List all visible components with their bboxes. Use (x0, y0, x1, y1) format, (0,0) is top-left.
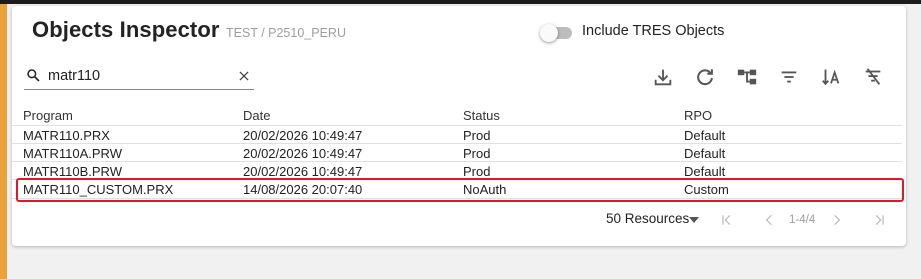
first-page-icon[interactable] (720, 213, 734, 227)
caret-down-icon[interactable] (689, 217, 699, 223)
refresh-button[interactable] (694, 66, 716, 88)
clear-filter-icon (865, 68, 881, 85)
cell-date: 20/02/2026 10:49:47 (243, 146, 363, 161)
page-size-select[interactable]: 50 Resources (606, 211, 689, 226)
column-header-program[interactable]: Program (23, 108, 73, 123)
next-page-icon[interactable] (830, 213, 844, 227)
refresh-icon (697, 69, 713, 86)
download-button[interactable] (652, 66, 674, 88)
cell-program: MATR110.PRX (23, 128, 110, 143)
hierarchy-button[interactable] (736, 66, 758, 88)
column-header-date[interactable]: Date (243, 108, 270, 123)
last-page-icon[interactable] (872, 213, 886, 227)
filter-icon (781, 71, 797, 83)
accent-strip (0, 4, 7, 279)
cell-status: Prod (463, 128, 491, 143)
column-header-status[interactable]: Status (463, 108, 500, 123)
include-tres-toggle[interactable] (540, 24, 572, 42)
cell-rpo: Default (684, 146, 726, 161)
prev-page-icon[interactable] (762, 213, 776, 227)
sort-alpha-icon (822, 69, 840, 86)
page-title: Objects Inspector (32, 17, 220, 42)
highlighted-row-outline (16, 178, 904, 202)
cell-rpo: Default (684, 128, 726, 143)
cell-date: 20/02/2026 10:49:47 (243, 164, 363, 179)
close-icon[interactable] (237, 69, 251, 83)
cell-date: 20/02/2026 10:49:47 (243, 128, 363, 143)
cell-program: MATR110B.PRW (23, 164, 122, 179)
sort-alpha-button[interactable] (820, 66, 842, 88)
filter-button[interactable] (778, 66, 800, 88)
table-row[interactable]: MATR110.PRX 20/02/2026 10:49:47 Prod Def… (12, 126, 902, 144)
clear-filter-button[interactable] (862, 66, 884, 88)
column-header-rpo[interactable]: RPO (684, 108, 712, 123)
toggle-knob (540, 24, 558, 42)
cell-rpo: Default (684, 164, 726, 179)
search-field (24, 64, 254, 90)
table-row[interactable]: MATR110A.PRW 20/02/2026 10:49:47 Prod De… (12, 144, 902, 162)
cell-status: Prod (463, 146, 491, 161)
download-icon (654, 69, 672, 86)
breadcrumb: TEST / P2510_PERU (226, 26, 346, 40)
search-icon (27, 69, 40, 82)
table-header-row: Program Date Status RPO (12, 106, 902, 124)
search-input[interactable] (48, 65, 218, 87)
cell-program: MATR110A.PRW (23, 146, 122, 161)
include-tres-label: Include TRES Objects (582, 23, 725, 39)
objects-inspector-card: Objects Inspector TEST / P2510_PERU Incl… (12, 6, 906, 246)
hierarchy-icon (737, 69, 757, 85)
page-range: 1-4/4 (789, 214, 816, 226)
window-top-bar (0, 0, 921, 4)
cell-status: Prod (463, 164, 491, 179)
